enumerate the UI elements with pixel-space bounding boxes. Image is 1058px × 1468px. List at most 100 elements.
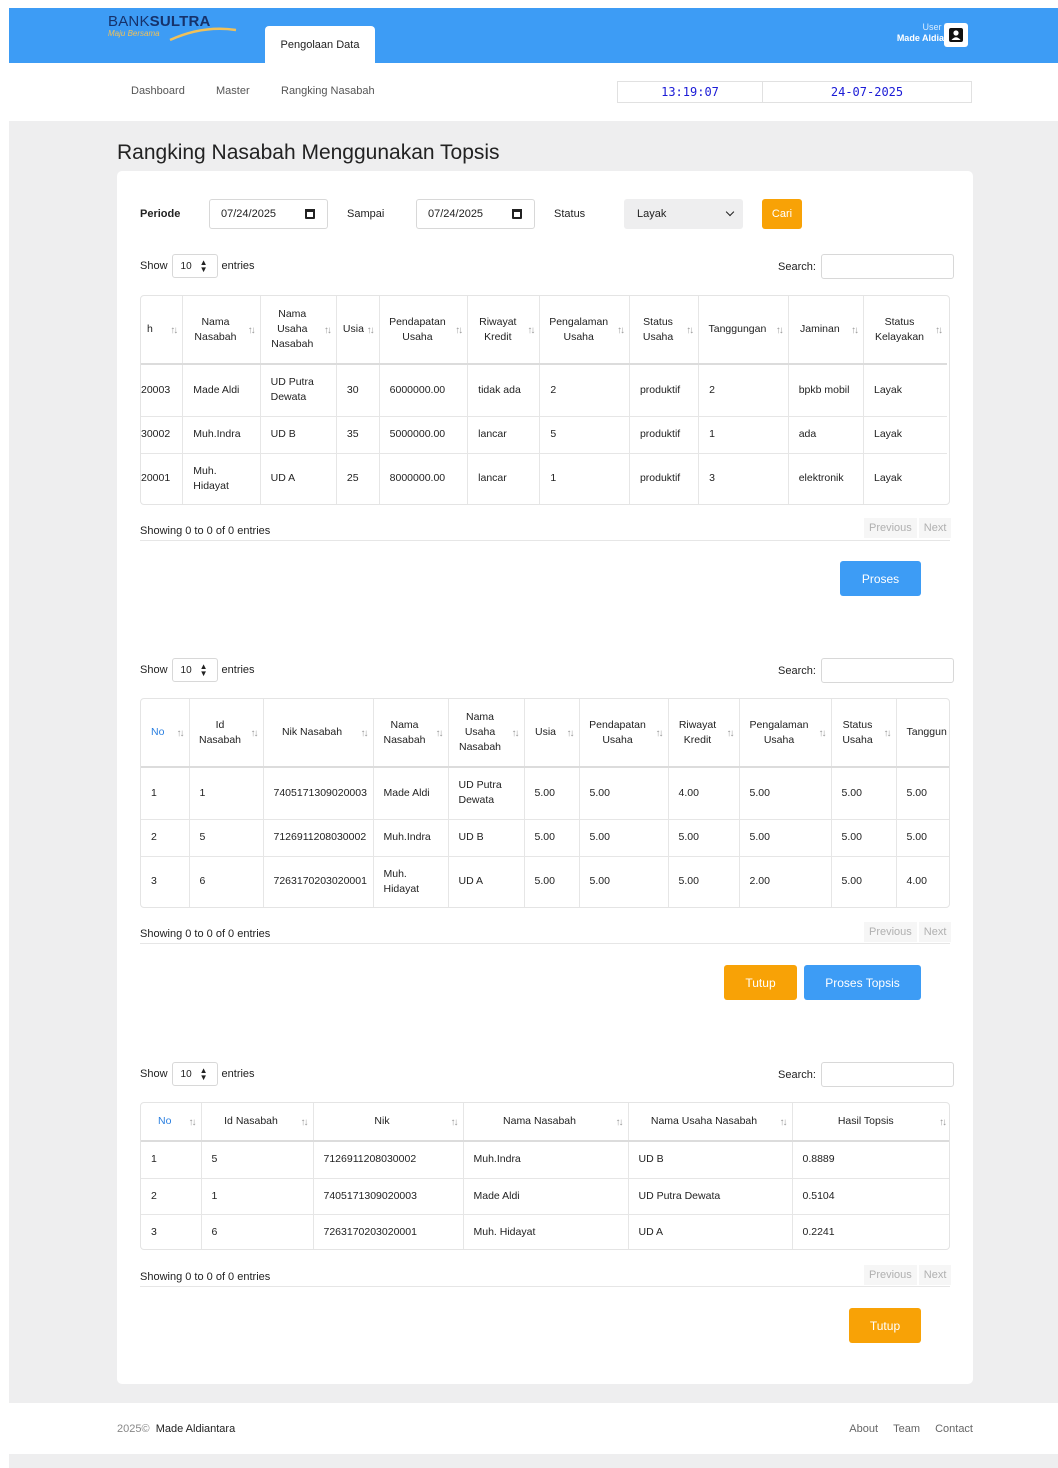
next-button[interactable]: Next: [918, 518, 952, 538]
previous-button[interactable]: Previous: [864, 922, 917, 942]
col-header-pendapatan[interactable]: Pendapatan Usaha ↑↓: [379, 296, 469, 365]
col-header-usia[interactable]: Usia ↑↓: [524, 699, 580, 768]
col-header-nama[interactable]: Nama Nasabah ↑↓: [373, 699, 449, 768]
pagination: Previous Next: [862, 922, 952, 942]
col-header-tanggungan[interactable]: Tanggun: [896, 699, 949, 768]
col-header-no[interactable]: No ↑↓: [141, 1103, 202, 1142]
proses-button[interactable]: Proses: [840, 561, 921, 596]
col-header-nama-usaha[interactable]: Nama Usaha Nasabah ↑↓: [260, 296, 337, 365]
footer-links: About Team Contact: [837, 1423, 973, 1435]
col-header-riwayat[interactable]: Riwayat Kredit ↑↓: [467, 296, 541, 365]
pagination: Previous Next: [862, 1265, 952, 1285]
nav-master[interactable]: Master: [216, 85, 250, 97]
table-search: Search:: [778, 254, 954, 279]
periode-from-input[interactable]: 07/24/2025: [209, 199, 328, 229]
table-row[interactable]: 3 6 7263170203020001 Muh. Hidayat UD A 5.00 5.…: [141, 856, 949, 907]
divider: [140, 943, 950, 944]
col-header-tanggungan[interactable]: Tanggungan ↑↓: [698, 296, 789, 365]
col-header-usia[interactable]: Usia ↑↓: [336, 296, 380, 365]
nasabah-table: h ↑↓ Nama Nasabah ↑↓ Nama Usaha Nasabah ↑↓ …: [140, 295, 950, 505]
col-header-nik[interactable]: Nik ↑↓: [313, 1103, 464, 1142]
col-header-status-usaha[interactable]: Status Usaha ↑↓: [831, 699, 897, 768]
entries-length-select[interactable]: 10 ▲ ▼: [171, 658, 218, 682]
calendar-icon[interactable]: [305, 209, 315, 219]
sampai-label: Sampai: [347, 208, 385, 220]
table-header-row: h ↑↓ Nama Nasabah ↑↓ Nama Usaha Nasabah ↑↓ …: [141, 296, 947, 365]
divider: [140, 1286, 950, 1287]
col-header-status-kelayakan[interactable]: Status Kelayakan ↑↓: [863, 296, 947, 365]
periode-label: Periode: [140, 208, 181, 220]
footer: 2025© Made Aldiantara About Team Contact: [9, 1403, 1058, 1454]
table-search: Search:: [778, 658, 954, 683]
col-header-pengalaman[interactable]: Pengalaman Usaha ↑↓: [539, 296, 630, 365]
bank-logo[interactable]: BANKSULTRA Maju Bersama: [108, 13, 238, 47]
clock-date: 24-07-2025: [763, 81, 972, 103]
table-info: Showing 0 to 0 of 0 entries: [140, 525, 271, 537]
status-select[interactable]: Layak: [624, 199, 743, 229]
col-header-nama[interactable]: Nama Nasabah ↑↓: [463, 1103, 629, 1142]
col-header-nama[interactable]: Nama Nasabah ↑↓: [182, 296, 261, 365]
hasil-topsis-table: No ↑↓ Id Nasabah ↑↓ Nik ↑↓ Nama Nasabah ↑↓ N…: [140, 1102, 950, 1250]
search-input[interactable]: [820, 658, 954, 683]
search-input[interactable]: [820, 254, 954, 279]
tab-pengolaan-data[interactable]: Pengolaan Data: [265, 26, 375, 63]
table-row[interactable]: 20003 Made Aldi UD Putra Dewata 30 6000000.0…: [141, 364, 947, 417]
footer-link-about[interactable]: About: [849, 1423, 878, 1435]
footer-copyright: 2025© Made Aldiantara: [117, 1423, 236, 1435]
logo-swoosh-icon: [169, 27, 237, 41]
col-header-jaminan[interactable]: Jaminan ↑↓: [788, 296, 864, 365]
normalisasi-table: No ↑↓ Id Nasabah ↑↓ Nik Nasabah ↑↓ Nama Nas…: [140, 698, 950, 908]
entries-length-control: Show 10 ▲ ▼ entries: [140, 254, 255, 278]
chevron-down-icon: [725, 207, 735, 217]
previous-button[interactable]: Previous: [864, 518, 917, 538]
table-search: Search:: [778, 1062, 954, 1087]
user-avatar-icon[interactable]: [944, 23, 968, 47]
col-header-pendapatan[interactable]: Pendapatan Usaha ↑↓: [579, 699, 669, 768]
tutup-button[interactable]: Tutup: [724, 965, 797, 1000]
col-header-id[interactable]: Id Nasabah ↑↓: [189, 699, 264, 768]
table-row[interactable]: 20001 Muh. Hidayat UD A 25 8000000.00 lancar 1…: [141, 453, 947, 504]
table-row[interactable]: 3 6 7263170203020001 Muh. Hidayat UD A 0.2241: [141, 1214, 949, 1249]
entries-length-control: Show 10 ▲ ▼ entries: [140, 1062, 255, 1086]
col-header-status-usaha[interactable]: Status Usaha ↑↓: [629, 296, 700, 365]
nav-rangking-nasabah[interactable]: Rangking Nasabah: [281, 85, 375, 97]
proses-topsis-button[interactable]: Proses Topsis: [804, 965, 921, 1000]
page-title: Rangking Nasabah Menggunakan Topsis: [117, 141, 500, 164]
entries-length-select[interactable]: 10 ▲ ▼: [171, 254, 218, 278]
col-header-riwayat[interactable]: Riwayat Kredit ↑↓: [668, 699, 740, 768]
entries-length-control: Show 10 ▲ ▼ entries: [140, 658, 255, 682]
next-button[interactable]: Next: [918, 1265, 952, 1285]
table-info: Showing 0 to 0 of 0 entries: [140, 928, 271, 940]
clock-time: 13:19:07: [617, 81, 763, 103]
table-row[interactable]: 30002 Muh.Indra UD B 35 5000000.00 lancar 5 pro…: [141, 416, 947, 454]
cari-button[interactable]: Cari: [762, 199, 802, 229]
table-row[interactable]: 2 1 7405171309020003 Made Aldi UD Putra Dewa…: [141, 1178, 949, 1215]
table-row[interactable]: 1 5 7126911208030002 Muh.Indra UD B 0.8889: [141, 1141, 949, 1179]
col-header-nik[interactable]: h ↑↓: [141, 296, 184, 365]
periode-to-input[interactable]: 07/24/2025: [416, 199, 535, 229]
col-header-nik[interactable]: Nik Nasabah ↑↓: [263, 699, 374, 768]
previous-button[interactable]: Previous: [864, 1265, 917, 1285]
col-header-nama-usaha[interactable]: Nama Usaha Nasabah ↑↓: [448, 699, 525, 768]
col-header-nama-usaha[interactable]: Nama Usaha Nasabah ↑↓: [628, 1103, 793, 1142]
footer-link-contact[interactable]: Contact: [935, 1423, 973, 1435]
tutup-button[interactable]: Tutup: [849, 1308, 921, 1343]
divider: [140, 540, 950, 541]
col-header-hasil-topsis[interactable]: Hasil Topsis ↑↓: [792, 1103, 949, 1142]
sub-navbar: Dashboard Master Rangking Nasabah 13:19:…: [9, 63, 1058, 121]
nav-dashboard[interactable]: Dashboard: [131, 85, 185, 97]
col-header-pengalaman[interactable]: Pengalaman Usaha ↑↓: [739, 699, 832, 768]
updown-icon: ▲ ▼: [199, 1066, 208, 1082]
table-row[interactable]: 1 1 7405171309020003 Made Aldi UD Putra Dewa…: [141, 767, 949, 820]
search-input[interactable]: [820, 1062, 954, 1087]
table-row[interactable]: 2 5 7126911208030002 Muh.Indra UD B 5.00 5.00 5…: [141, 819, 949, 857]
pagination: Previous Next: [862, 518, 952, 538]
calendar-icon[interactable]: [512, 209, 522, 219]
updown-icon: ▲ ▼: [199, 662, 208, 678]
entries-length-select[interactable]: 10 ▲ ▼: [171, 1062, 218, 1086]
next-button[interactable]: Next: [918, 922, 952, 942]
col-header-no[interactable]: No ↑↓: [141, 699, 190, 768]
table-info: Showing 0 to 0 of 0 entries: [140, 1271, 271, 1283]
footer-link-team[interactable]: Team: [893, 1423, 920, 1435]
col-header-id[interactable]: Id Nasabah ↑↓: [201, 1103, 314, 1142]
